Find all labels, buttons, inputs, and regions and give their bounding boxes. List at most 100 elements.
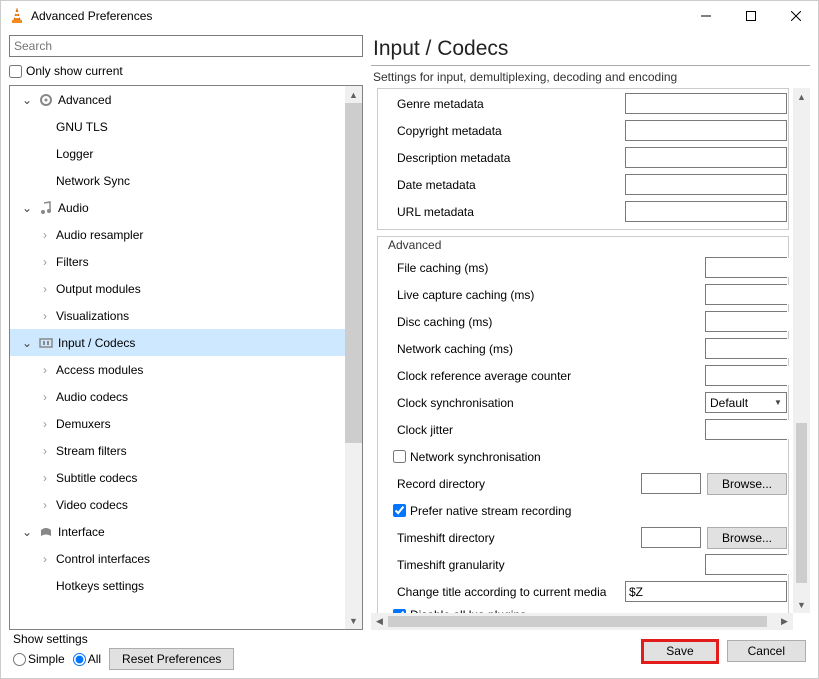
save-button[interactable]: Save: [641, 639, 718, 664]
tree-logger[interactable]: Logger: [10, 140, 362, 167]
search-input[interactable]: [9, 35, 363, 57]
maximize-button[interactable]: [728, 1, 773, 31]
copyright-label: Copyright metadata: [379, 124, 625, 138]
reset-button[interactable]: Reset Preferences: [109, 648, 234, 670]
right-pane: Input / Codecs Settings for input, demul…: [371, 31, 810, 630]
scroll-left-icon[interactable]: ◀: [371, 613, 388, 630]
net-sync-label: Network synchronisation: [410, 450, 541, 464]
chevron-down-icon: ▼: [770, 398, 786, 407]
change-title-input[interactable]: [625, 581, 787, 602]
chevron-right-icon: ›: [38, 228, 52, 242]
genre-input[interactable]: [625, 93, 787, 114]
scroll-thumb[interactable]: [345, 103, 362, 443]
scroll-thumb[interactable]: [388, 616, 767, 627]
tree-subcodecs[interactable]: ›Subtitle codecs: [10, 464, 362, 491]
chevron-right-icon: ›: [38, 552, 52, 566]
chevron-right-icon: ›: [38, 471, 52, 485]
chevron-down-icon: ⌄: [20, 336, 34, 350]
tree-gnutls[interactable]: GNU TLS: [10, 113, 362, 140]
only-show-current-label: Only show current: [26, 64, 123, 78]
body: Only show current ⌄Advanced GNU TLS Logg…: [1, 31, 818, 630]
description-input[interactable]: [625, 147, 787, 168]
tree-audcodecs[interactable]: ›Audio codecs: [10, 383, 362, 410]
date-input[interactable]: [625, 174, 787, 195]
category-tree: ⌄Advanced GNU TLS Logger Network Sync ⌄A…: [9, 85, 363, 630]
timeshift-dir-browse-button[interactable]: Browse...: [707, 527, 787, 549]
input-codecs-icon: [38, 335, 54, 351]
vlc-icon: [9, 8, 25, 24]
disc-caching-label: Disc caching (ms): [379, 315, 705, 329]
timeshift-gran-label: Timeshift granularity: [379, 558, 705, 572]
show-settings-label: Show settings: [13, 632, 234, 646]
clock-ref-spinner[interactable]: ▲▼: [705, 365, 787, 386]
chevron-right-icon: ›: [38, 363, 52, 377]
tree-filters[interactable]: ›Filters: [10, 248, 362, 275]
timeshift-dir-label: Timeshift directory: [379, 531, 641, 545]
tree-ctrlif[interactable]: ›Control interfaces: [10, 545, 362, 572]
tree-input-codecs[interactable]: ⌄Input / Codecs: [10, 329, 362, 356]
tree-visual[interactable]: ›Visualizations: [10, 302, 362, 329]
timeshift-dir-input[interactable]: [641, 527, 701, 548]
simple-radio[interactable]: Simple: [13, 652, 65, 666]
page-title: Input / Codecs: [371, 37, 810, 63]
chevron-right-icon: ›: [38, 255, 52, 269]
date-label: Date metadata: [379, 178, 625, 192]
all-radio[interactable]: All: [73, 652, 101, 666]
chevron-down-icon: ⌄: [20, 201, 34, 215]
tree-resampler[interactable]: ›Audio resampler: [10, 221, 362, 248]
tree-scrollbar[interactable]: ▲▼: [345, 86, 362, 629]
window-title: Advanced Preferences: [31, 9, 683, 23]
interface-icon: [38, 524, 54, 540]
chevron-right-icon: ›: [38, 390, 52, 404]
chevron-right-icon: ›: [38, 282, 52, 296]
tree-streamf[interactable]: ›Stream filters: [10, 437, 362, 464]
file-caching-spinner[interactable]: ▲▼: [705, 257, 787, 278]
tree-audio[interactable]: ⌄Audio: [10, 194, 362, 221]
titlebar: Advanced Preferences: [1, 1, 818, 31]
cancel-button[interactable]: Cancel: [727, 640, 806, 662]
disc-caching-spinner[interactable]: ▲▼: [705, 311, 787, 332]
live-capture-spinner[interactable]: ▲▼: [705, 284, 787, 305]
scroll-right-icon[interactable]: ▶: [776, 613, 793, 630]
prefer-native-checkbox[interactable]: [393, 504, 406, 517]
content-h-scrollbar[interactable]: ◀▶: [371, 613, 793, 630]
chevron-right-icon: ›: [38, 309, 52, 323]
tree-outmod[interactable]: ›Output modules: [10, 275, 362, 302]
chevron-right-icon: ›: [38, 417, 52, 431]
tree-vidcodecs[interactable]: ›Video codecs: [10, 491, 362, 518]
close-button[interactable]: [773, 1, 818, 31]
net-sync-checkbox[interactable]: [393, 450, 406, 463]
clock-jitter-spinner[interactable]: ▲▼: [705, 419, 787, 440]
url-label: URL metadata: [379, 205, 625, 219]
timeshift-gran-spinner[interactable]: ▲▼: [705, 554, 787, 575]
tree-hotkeys[interactable]: Hotkeys settings: [10, 572, 362, 599]
tree-interface[interactable]: ⌄Interface: [10, 518, 362, 545]
only-show-current[interactable]: Only show current: [9, 61, 363, 81]
tree-netsync[interactable]: Network Sync: [10, 167, 362, 194]
content-v-scrollbar[interactable]: ▲▼: [793, 88, 810, 613]
copyright-input[interactable]: [625, 120, 787, 141]
chevron-right-icon: ›: [38, 498, 52, 512]
tree-access[interactable]: ›Access modules: [10, 356, 362, 383]
music-note-icon: [38, 200, 54, 216]
net-caching-label: Network caching (ms): [379, 342, 705, 356]
page-subtitle: Settings for input, demultiplexing, deco…: [371, 70, 810, 84]
record-dir-browse-button[interactable]: Browse...: [707, 473, 787, 495]
only-show-current-checkbox[interactable]: [9, 65, 22, 78]
footer: Show settings Simple All Reset Preferenc…: [1, 630, 818, 678]
scroll-up-icon[interactable]: ▲: [345, 86, 362, 103]
url-input[interactable]: [625, 201, 787, 222]
chevron-down-icon: ⌄: [20, 93, 34, 107]
scroll-down-icon[interactable]: ▼: [345, 612, 362, 629]
tree-advanced[interactable]: ⌄Advanced: [10, 86, 362, 113]
minimize-button[interactable]: [683, 1, 728, 31]
scroll-up-icon[interactable]: ▲: [793, 88, 810, 105]
clock-sync-combo[interactable]: Default▼: [705, 392, 787, 413]
tree-demux[interactable]: ›Demuxers: [10, 410, 362, 437]
advanced-group-header: Advanced: [385, 238, 444, 252]
record-dir-input[interactable]: [641, 473, 701, 494]
scroll-thumb[interactable]: [796, 423, 807, 583]
scroll-down-icon[interactable]: ▼: [793, 596, 810, 613]
record-dir-label: Record directory: [379, 477, 641, 491]
net-caching-spinner[interactable]: ▲▼: [705, 338, 787, 359]
